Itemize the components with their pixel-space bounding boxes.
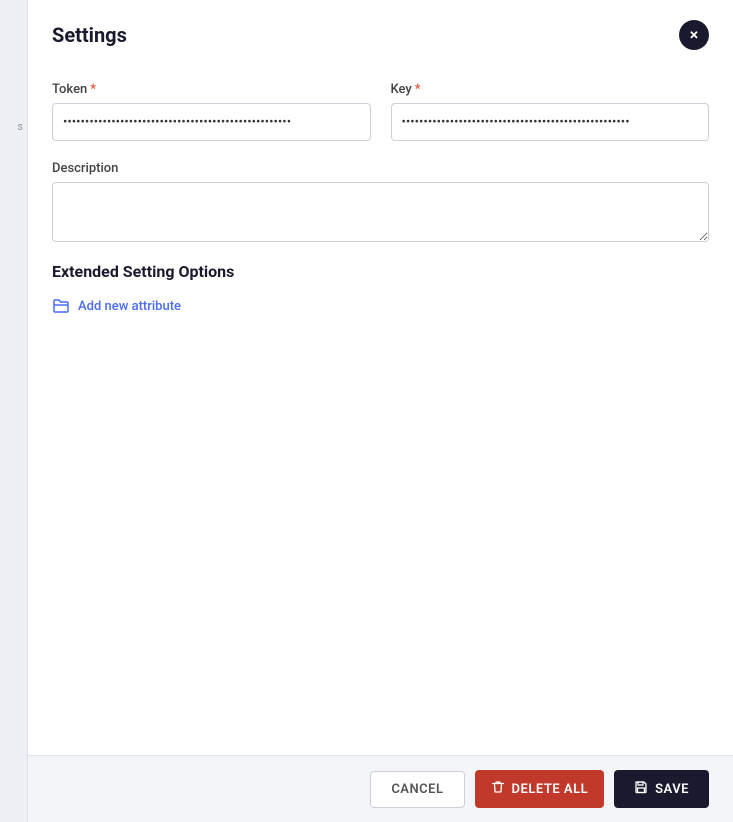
modal-backdrop: Settings × Token * Key * xyxy=(28,0,733,822)
add-attribute-button[interactable]: Add new attribute xyxy=(52,297,181,315)
modal-header: Settings × xyxy=(28,0,733,66)
add-attribute-label: Add new attribute xyxy=(78,299,181,314)
close-button[interactable]: × xyxy=(679,20,709,50)
token-group: Token * xyxy=(52,82,371,141)
delete-all-button[interactable]: DELETE ALL xyxy=(475,770,605,808)
modal-footer: CANCEL DELETE ALL SAVE xyxy=(28,755,733,822)
token-label: Token * xyxy=(52,82,371,97)
delete-all-label: DELETE ALL xyxy=(512,782,589,797)
key-group: Key * xyxy=(391,82,710,141)
settings-modal: Settings × Token * Key * xyxy=(28,0,733,822)
token-key-row: Token * Key * xyxy=(52,82,709,141)
description-row: Description xyxy=(52,161,709,242)
modal-body: Token * Key * Description xyxy=(28,66,733,755)
key-label: Key * xyxy=(391,82,710,97)
key-required: * xyxy=(415,82,421,97)
token-required: * xyxy=(90,82,96,97)
modal-title: Settings xyxy=(52,23,127,47)
trash-icon xyxy=(491,780,505,798)
sidebar-stub xyxy=(0,0,28,822)
folder-open-icon xyxy=(52,297,70,315)
description-group: Description xyxy=(52,161,709,242)
token-input[interactable] xyxy=(52,103,371,141)
save-button[interactable]: SAVE xyxy=(614,770,709,808)
key-input[interactable] xyxy=(391,103,710,141)
extended-section-title: Extended Setting Options xyxy=(52,262,709,281)
description-textarea[interactable] xyxy=(52,182,709,242)
save-icon xyxy=(634,780,648,798)
save-label: SAVE xyxy=(655,782,689,797)
description-label: Description xyxy=(52,161,709,176)
cancel-button[interactable]: CANCEL xyxy=(370,771,464,808)
